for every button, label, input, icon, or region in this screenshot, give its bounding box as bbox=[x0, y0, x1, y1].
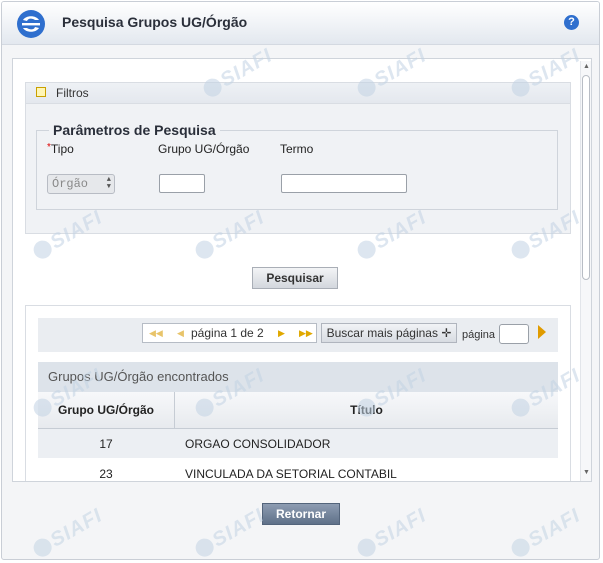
dialog-window: Pesquisa Grupos UG/Órgão ? Filtros Parâm… bbox=[1, 1, 600, 560]
grid-header: Grupo UG/Órgão Título bbox=[38, 392, 558, 429]
cell-grupo: 17 bbox=[99, 437, 113, 451]
last-page-icon[interactable]: ▶▶ bbox=[299, 328, 313, 339]
footer-bar: Retornar bbox=[12, 483, 592, 551]
scroll-up-icon[interactable]: ▲ bbox=[583, 63, 590, 70]
table-row[interactable]: 23 VINCULADA DA SETORIAL CONTABIL bbox=[38, 459, 558, 481]
prev-page-icon[interactable]: ◀ bbox=[177, 328, 184, 339]
filters-label: Filtros bbox=[56, 86, 89, 100]
page-number-input[interactable] bbox=[499, 324, 529, 344]
search-params-legend: Parâmetros de Pesquisa bbox=[53, 122, 216, 138]
more-pages-button[interactable]: Buscar mais páginas ✛ bbox=[321, 323, 457, 343]
tipo-select[interactable]: Órgão ▲ ▼ bbox=[47, 174, 115, 194]
collapse-icon[interactable] bbox=[36, 87, 46, 97]
main-content: Filtros Parâmetros de Pesquisa *Tipo Órg… bbox=[12, 58, 592, 482]
column-header-titulo[interactable]: Título bbox=[175, 392, 558, 428]
filters-panel-header[interactable]: Filtros bbox=[25, 82, 571, 104]
pagination-bar: ◀◀ ◀ página 1 de 2 ▶ ▶▶ Buscar mais pági… bbox=[38, 318, 558, 352]
first-page-icon[interactable]: ◀◀ bbox=[149, 328, 163, 339]
next-page-icon[interactable]: ▶ bbox=[278, 328, 285, 339]
scroll-down-icon[interactable]: ▼ bbox=[583, 469, 590, 476]
table-row[interactable]: 17 ORGAO CONSOLIDADOR bbox=[38, 429, 558, 458]
filters-panel: Parâmetros de Pesquisa *Tipo Órgão ▲ ▼ Gr… bbox=[25, 104, 571, 234]
termo-input[interactable] bbox=[281, 174, 407, 193]
results-panel: ◀◀ ◀ página 1 de 2 ▶ ▶▶ Buscar mais pági… bbox=[25, 305, 571, 481]
scrollbar-thumb[interactable] bbox=[582, 75, 590, 280]
vertical-scrollbar[interactable]: ▲ ▼ bbox=[580, 61, 591, 481]
cell-titulo: ORGAO CONSOLIDADOR bbox=[185, 437, 331, 451]
page-number-label: página bbox=[462, 329, 496, 341]
title-bar: Pesquisa Grupos UG/Órgão ? bbox=[2, 2, 599, 45]
help-icon[interactable]: ? bbox=[564, 15, 579, 30]
cell-grupo: 23 bbox=[99, 467, 113, 481]
siafi-logo-icon bbox=[17, 10, 45, 38]
page-indicator: página 1 de 2 bbox=[191, 326, 264, 340]
cell-titulo: VINCULADA DA SETORIAL CONTABIL bbox=[185, 467, 397, 481]
search-params-fieldset: Parâmetros de Pesquisa *Tipo Órgão ▲ ▼ Gr… bbox=[36, 122, 558, 210]
pager: ◀◀ ◀ página 1 de 2 ▶ ▶▶ bbox=[142, 323, 317, 343]
termo-label: Termo bbox=[280, 142, 314, 156]
grupo-label: Grupo UG/Órgão bbox=[158, 142, 250, 156]
required-marker: * bbox=[47, 142, 51, 153]
plus-icon: ✛ bbox=[441, 326, 452, 340]
grid-caption: Grupos UG/Órgão encontrados bbox=[38, 362, 558, 392]
go-page-icon[interactable] bbox=[538, 325, 546, 339]
page-title: Pesquisa Grupos UG/Órgão bbox=[62, 14, 248, 30]
tipo-label: *Tipo bbox=[47, 142, 74, 156]
return-button[interactable]: Retornar bbox=[262, 503, 340, 525]
column-header-grupo[interactable]: Grupo UG/Órgão bbox=[38, 392, 175, 428]
grupo-input[interactable] bbox=[159, 174, 205, 193]
search-button[interactable]: Pesquisar bbox=[252, 267, 338, 289]
select-arrows-icon: ▲ ▼ bbox=[106, 176, 111, 191]
